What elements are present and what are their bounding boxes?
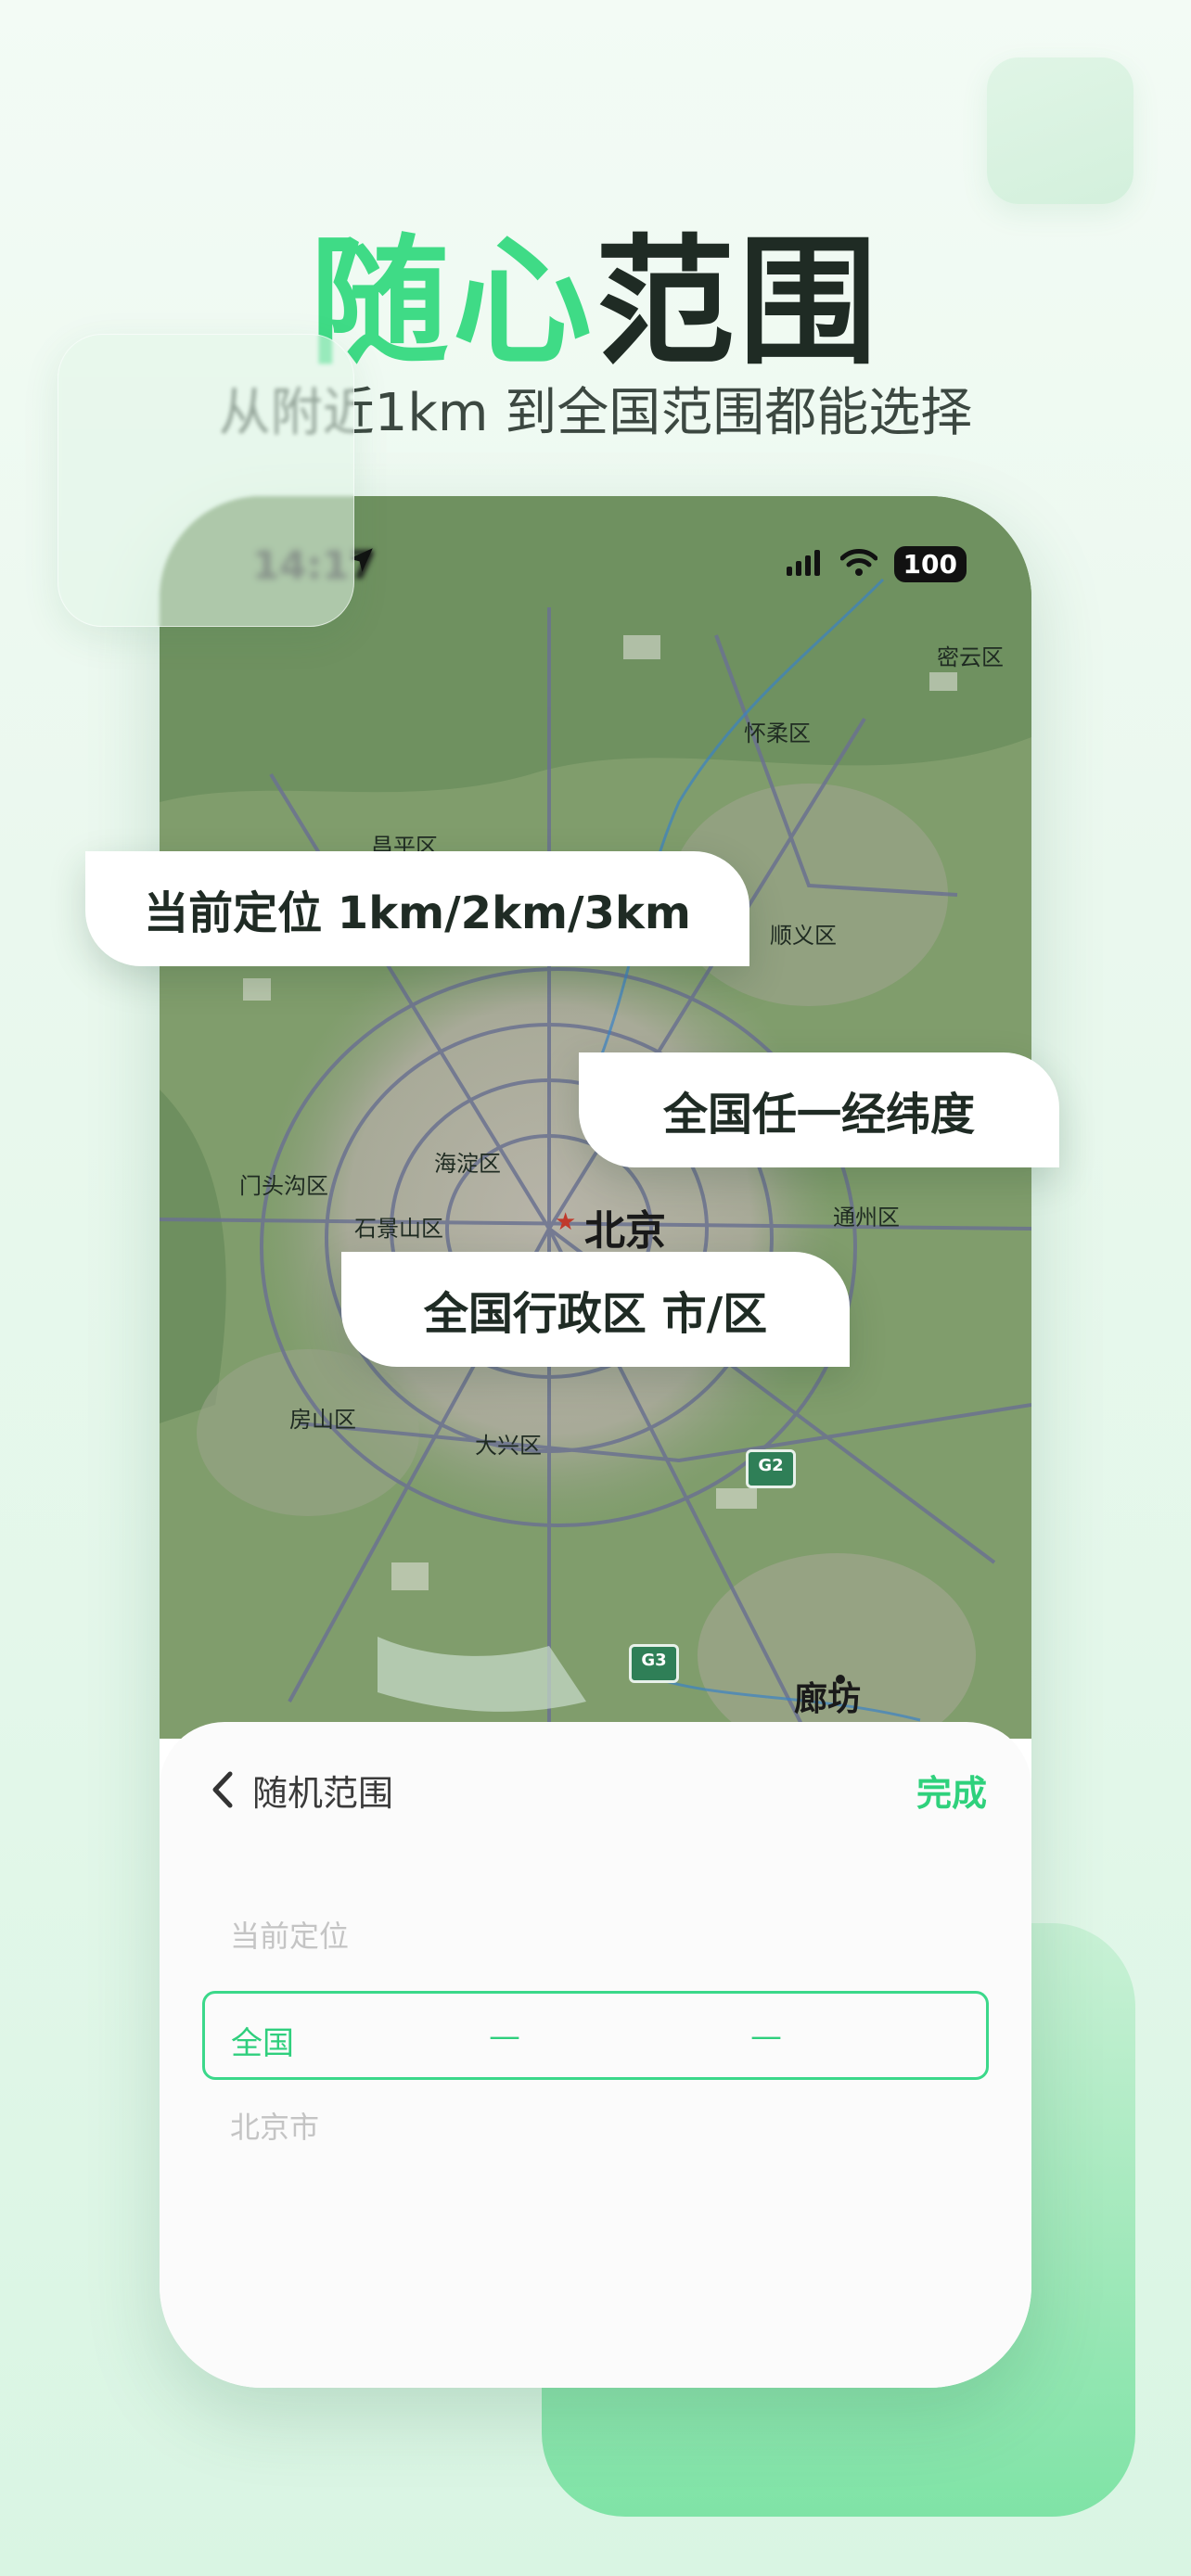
map-label-haidian: 海淀区 <box>434 1151 501 1177</box>
decor-square-top-right <box>987 57 1133 204</box>
sheet-title: 随机范围 <box>252 1773 394 1814</box>
map-label-daxing: 大兴区 <box>475 1433 542 1459</box>
map-label-beijing: 北京 <box>584 1207 666 1255</box>
wifi-icon <box>839 548 878 580</box>
map-label-langfang: 廊坊 <box>794 1680 862 1718</box>
map-label-fangshan: 房山区 <box>289 1407 356 1433</box>
bubble-any-coordinate: 全国任一经纬度 <box>579 1052 1059 1167</box>
bubble-current-location: 当前定位 1km/2km/3km <box>85 851 749 966</box>
headline-accent: 随心 <box>309 223 596 384</box>
picker-option-current[interactable]: 当前定位 <box>230 1913 349 1956</box>
bubble-admin-region: 全国行政区 市/区 <box>341 1252 850 1367</box>
picker-col2-value: — <box>489 2018 520 2055</box>
map-label-huairou: 怀柔区 <box>744 721 811 746</box>
map-label-shunyi: 顺义区 <box>770 923 837 949</box>
picker-selected-row[interactable]: 全国 — — <box>202 1991 989 2080</box>
status-right: 100 <box>786 546 967 582</box>
signal-icon <box>786 549 824 580</box>
highway-shield-g3: G3 <box>629 1644 679 1683</box>
decor-glass-card <box>58 334 354 627</box>
back-chevron-icon[interactable] <box>204 1766 241 1813</box>
picker-col3-value: — <box>750 2018 782 2055</box>
done-button[interactable]: 完成 <box>916 1765 987 1816</box>
picker-option-beijing[interactable]: 北京市 <box>230 2104 319 2147</box>
map-label-miyun: 密云区 <box>937 644 1004 670</box>
phone-mockup: 密云区 怀柔区 昌平区 顺义区 海淀区 门头沟区 石景山区 ★ 北京 通州区 房… <box>160 496 1031 2388</box>
capital-star-icon: ★ <box>555 1208 577 1236</box>
map-label-tongzhou: 通州区 <box>833 1205 900 1231</box>
range-picker-sheet: 随机范围 完成 当前定位 全国 — — 北京市 <box>160 1722 1031 2388</box>
highway-shield-g2: G2 <box>746 1449 796 1488</box>
map-label-mentougou: 门头沟区 <box>239 1173 328 1199</box>
battery-indicator: 100 <box>893 546 967 582</box>
map-label-shijingshan: 石景山区 <box>354 1216 443 1242</box>
picker-selected-label: 全国 <box>231 2025 294 2062</box>
headline-rest: 范围 <box>596 223 882 384</box>
